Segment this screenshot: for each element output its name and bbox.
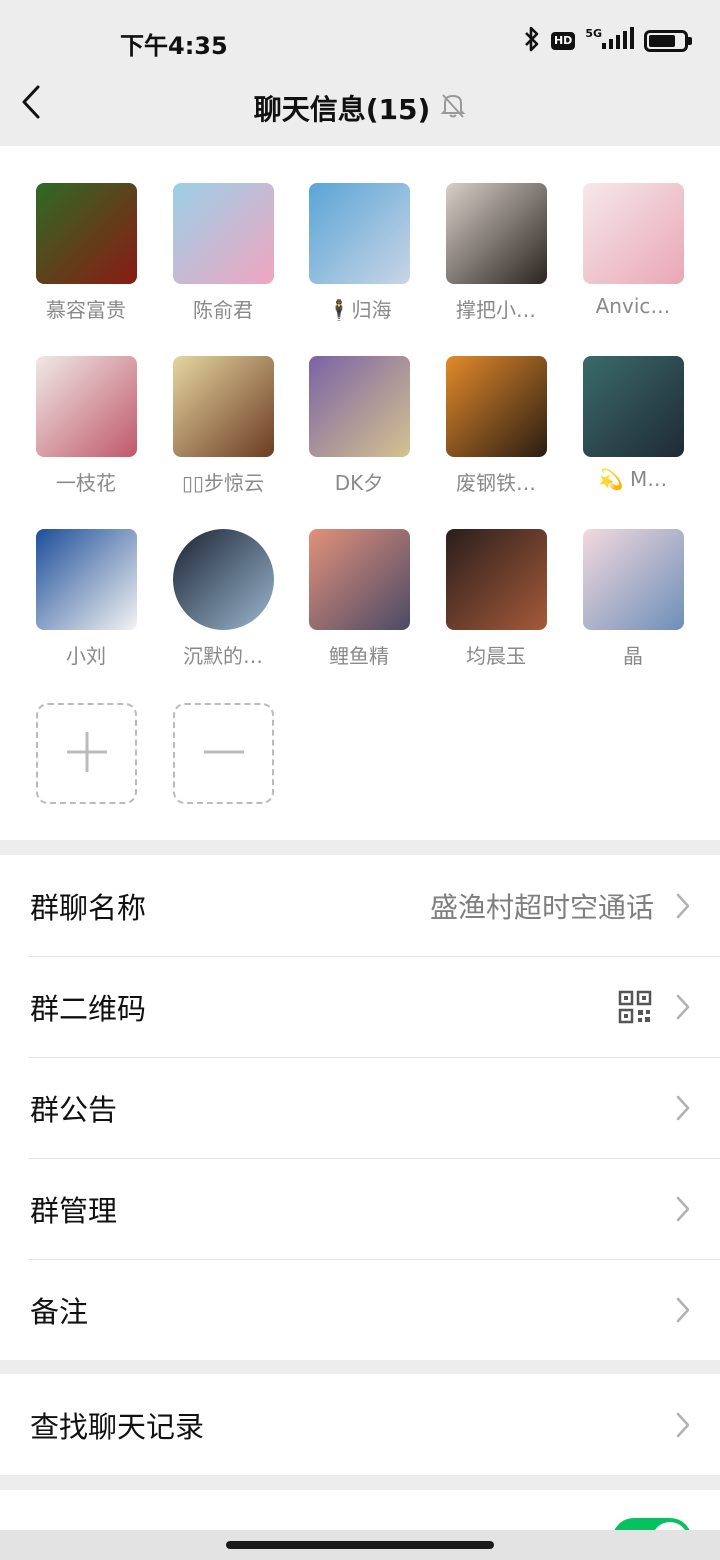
group-name-row[interactable]: 群聊名称 盛渔村超时空通话 <box>0 855 720 956</box>
member-name: 鲤鱼精 <box>329 644 389 668</box>
avatar <box>172 529 274 630</box>
nav-bar: 聊天信息(15) <box>0 84 720 146</box>
avatar <box>308 356 410 457</box>
avatar <box>582 183 684 284</box>
member-name: 陈俞君 <box>193 298 253 322</box>
member-name: 废钢铁… <box>456 471 536 495</box>
add-member-button[interactable] <box>36 703 137 804</box>
search-history-label: 查找聊天记录 <box>30 1409 205 1444</box>
member-item[interactable]: 撑把小… <box>436 183 556 323</box>
minus-icon <box>202 730 246 778</box>
do-not-disturb-row: 消息免打扰 <box>0 1490 720 1530</box>
member-name: 一枝花 <box>56 471 116 495</box>
member-name: Anvic… <box>595 294 671 318</box>
member-item[interactable]: 均晨玉 <box>436 529 556 669</box>
remark-label: 备注 <box>30 1294 89 1329</box>
remove-member-button[interactable] <box>173 703 274 804</box>
battery-fill <box>649 35 675 47</box>
member-grid: 慕容富贵 陈俞君 🕴归海 撑把小… Anvic… 一枝花 ▯▯步惊云 DK夕 废钢铁… 💫 M… 小… <box>0 146 720 840</box>
status-time: 下午4:35 <box>120 32 228 60</box>
do-not-disturb-toggle[interactable] <box>612 1518 692 1530</box>
avatar <box>35 183 137 284</box>
avatar <box>172 183 274 284</box>
settings-group-main: 群聊名称 盛渔村超时空通话 群二维码 群公告 群管理 备注 <box>0 855 720 1360</box>
group-manage-label: 群管理 <box>30 1193 118 1228</box>
member-name: DK夕 <box>334 471 384 495</box>
chevron-right-icon <box>676 1411 690 1443</box>
member-name: 🕴归海 <box>326 298 392 322</box>
chevron-right-icon <box>676 892 690 924</box>
member-name: 撑把小… <box>456 298 536 322</box>
status-bar: 下午4:35 HD 5G <box>0 0 720 84</box>
plus-icon <box>65 730 109 778</box>
member-name: ▯▯步惊云 <box>181 471 264 495</box>
page-title: 聊天信息(15) <box>253 93 431 126</box>
avatar <box>308 183 410 284</box>
member-item[interactable]: 一枝花 <box>26 356 146 496</box>
member-name: 💫 M… <box>598 467 668 491</box>
avatar <box>445 356 547 457</box>
do-not-disturb-label: 消息免打扰 <box>30 1522 175 1530</box>
group-notice-label: 群公告 <box>30 1092 118 1127</box>
chevron-right-icon <box>676 1094 690 1126</box>
chevron-right-icon <box>676 993 690 1025</box>
avatar <box>35 529 137 630</box>
avatar <box>172 356 274 457</box>
remark-row[interactable]: 备注 <box>0 1259 720 1360</box>
member-name: 小刘 <box>66 644 106 668</box>
member-item[interactable]: 🕴归海 <box>299 183 419 323</box>
avatar <box>445 183 547 284</box>
group-name-label: 群聊名称 <box>30 890 147 925</box>
avatar <box>35 356 137 457</box>
member-item[interactable]: 废钢铁… <box>436 356 556 496</box>
chevron-right-icon <box>676 1195 690 1227</box>
qr-code-icon <box>618 990 652 1028</box>
chevron-right-icon <box>676 1296 690 1328</box>
member-item[interactable]: 慕容富贵 <box>26 183 146 323</box>
settings-group-toggles: 消息免打扰 <box>0 1490 720 1530</box>
hd-badge: HD <box>550 32 576 50</box>
avatar <box>445 529 547 630</box>
toggle-knob <box>652 1522 688 1530</box>
member-item[interactable]: 沉默的… <box>163 529 283 669</box>
avatar <box>582 529 684 630</box>
member-name: 沉默的… <box>183 644 263 668</box>
member-name: 均晨玉 <box>466 644 526 668</box>
member-item[interactable]: 小刘 <box>26 529 146 669</box>
battery-icon <box>644 30 692 52</box>
settings-group-search: 查找聊天记录 <box>0 1374 720 1475</box>
bell-off-icon <box>440 91 466 126</box>
group-notice-row[interactable]: 群公告 <box>0 1057 720 1158</box>
member-name: 晶 <box>623 644 643 668</box>
bluetooth-icon <box>523 25 541 57</box>
signal-icon <box>600 27 634 55</box>
member-item[interactable]: 陈俞君 <box>163 183 283 323</box>
member-item[interactable]: ▯▯步惊云 <box>163 356 283 496</box>
member-item[interactable]: 鲤鱼精 <box>299 529 419 669</box>
member-item[interactable]: Anvic… <box>573 183 693 318</box>
member-item[interactable]: DK夕 <box>299 356 419 496</box>
network-label: 5G <box>585 26 602 40</box>
avatar <box>582 356 684 457</box>
member-item[interactable]: 晶 <box>573 529 693 669</box>
status-icons: HD 5G <box>523 24 692 58</box>
search-history-row[interactable]: 查找聊天记录 <box>0 1374 720 1475</box>
member-item[interactable]: 💫 M… <box>573 356 693 491</box>
home-indicator[interactable] <box>226 1541 494 1549</box>
page-title-wrap: 聊天信息(15) <box>0 88 720 128</box>
group-qr-label: 群二维码 <box>30 991 147 1026</box>
group-manage-row[interactable]: 群管理 <box>0 1158 720 1259</box>
avatar <box>308 529 410 630</box>
member-name: 慕容富贵 <box>46 298 126 322</box>
group-name-value: 盛渔村超时空通话 <box>429 890 654 924</box>
group-qr-row[interactable]: 群二维码 <box>0 956 720 1057</box>
